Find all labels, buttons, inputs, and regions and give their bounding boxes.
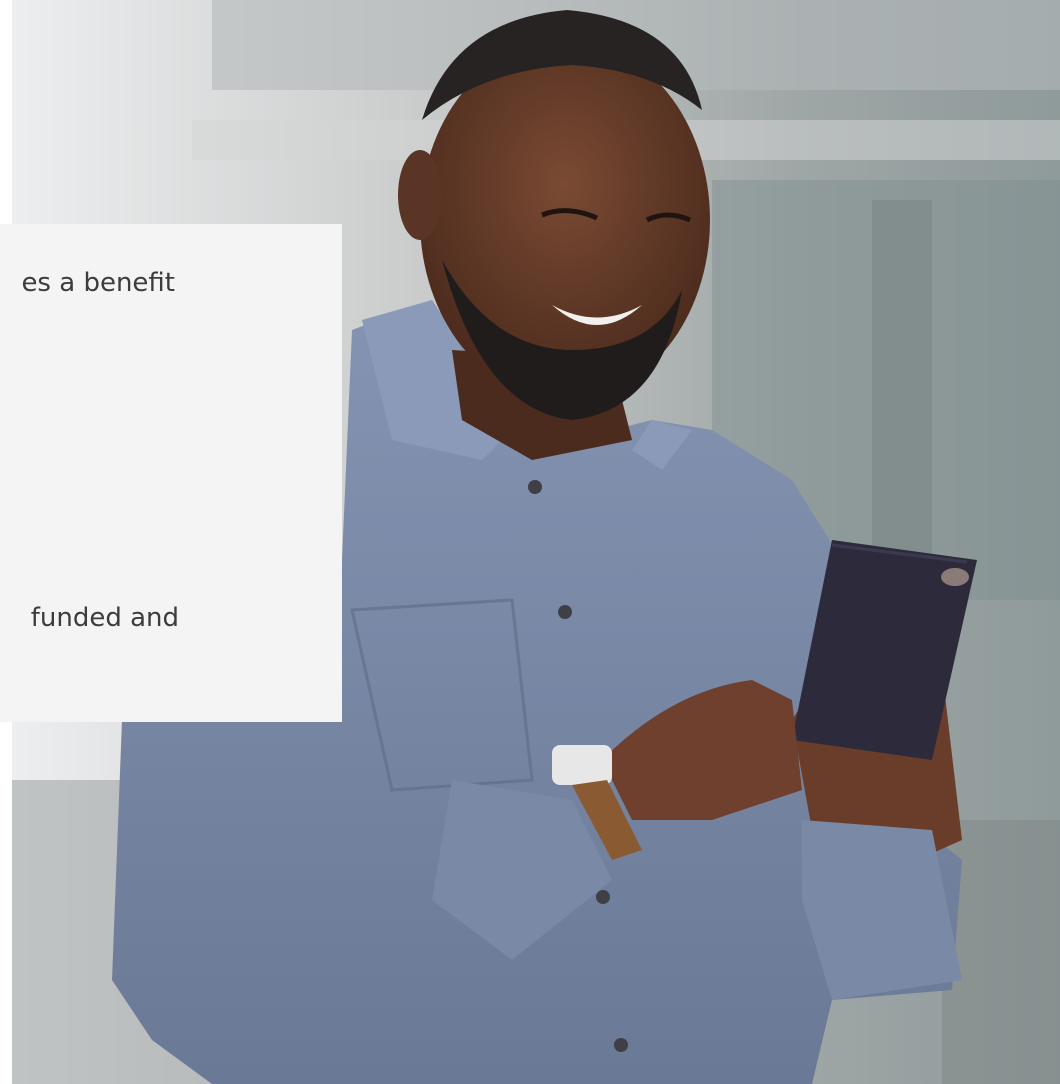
card-text-line-2: funded and [30,603,179,633]
info-card: es a benefit funded and [0,224,342,722]
card-text-line-1: es a benefit [21,268,175,298]
